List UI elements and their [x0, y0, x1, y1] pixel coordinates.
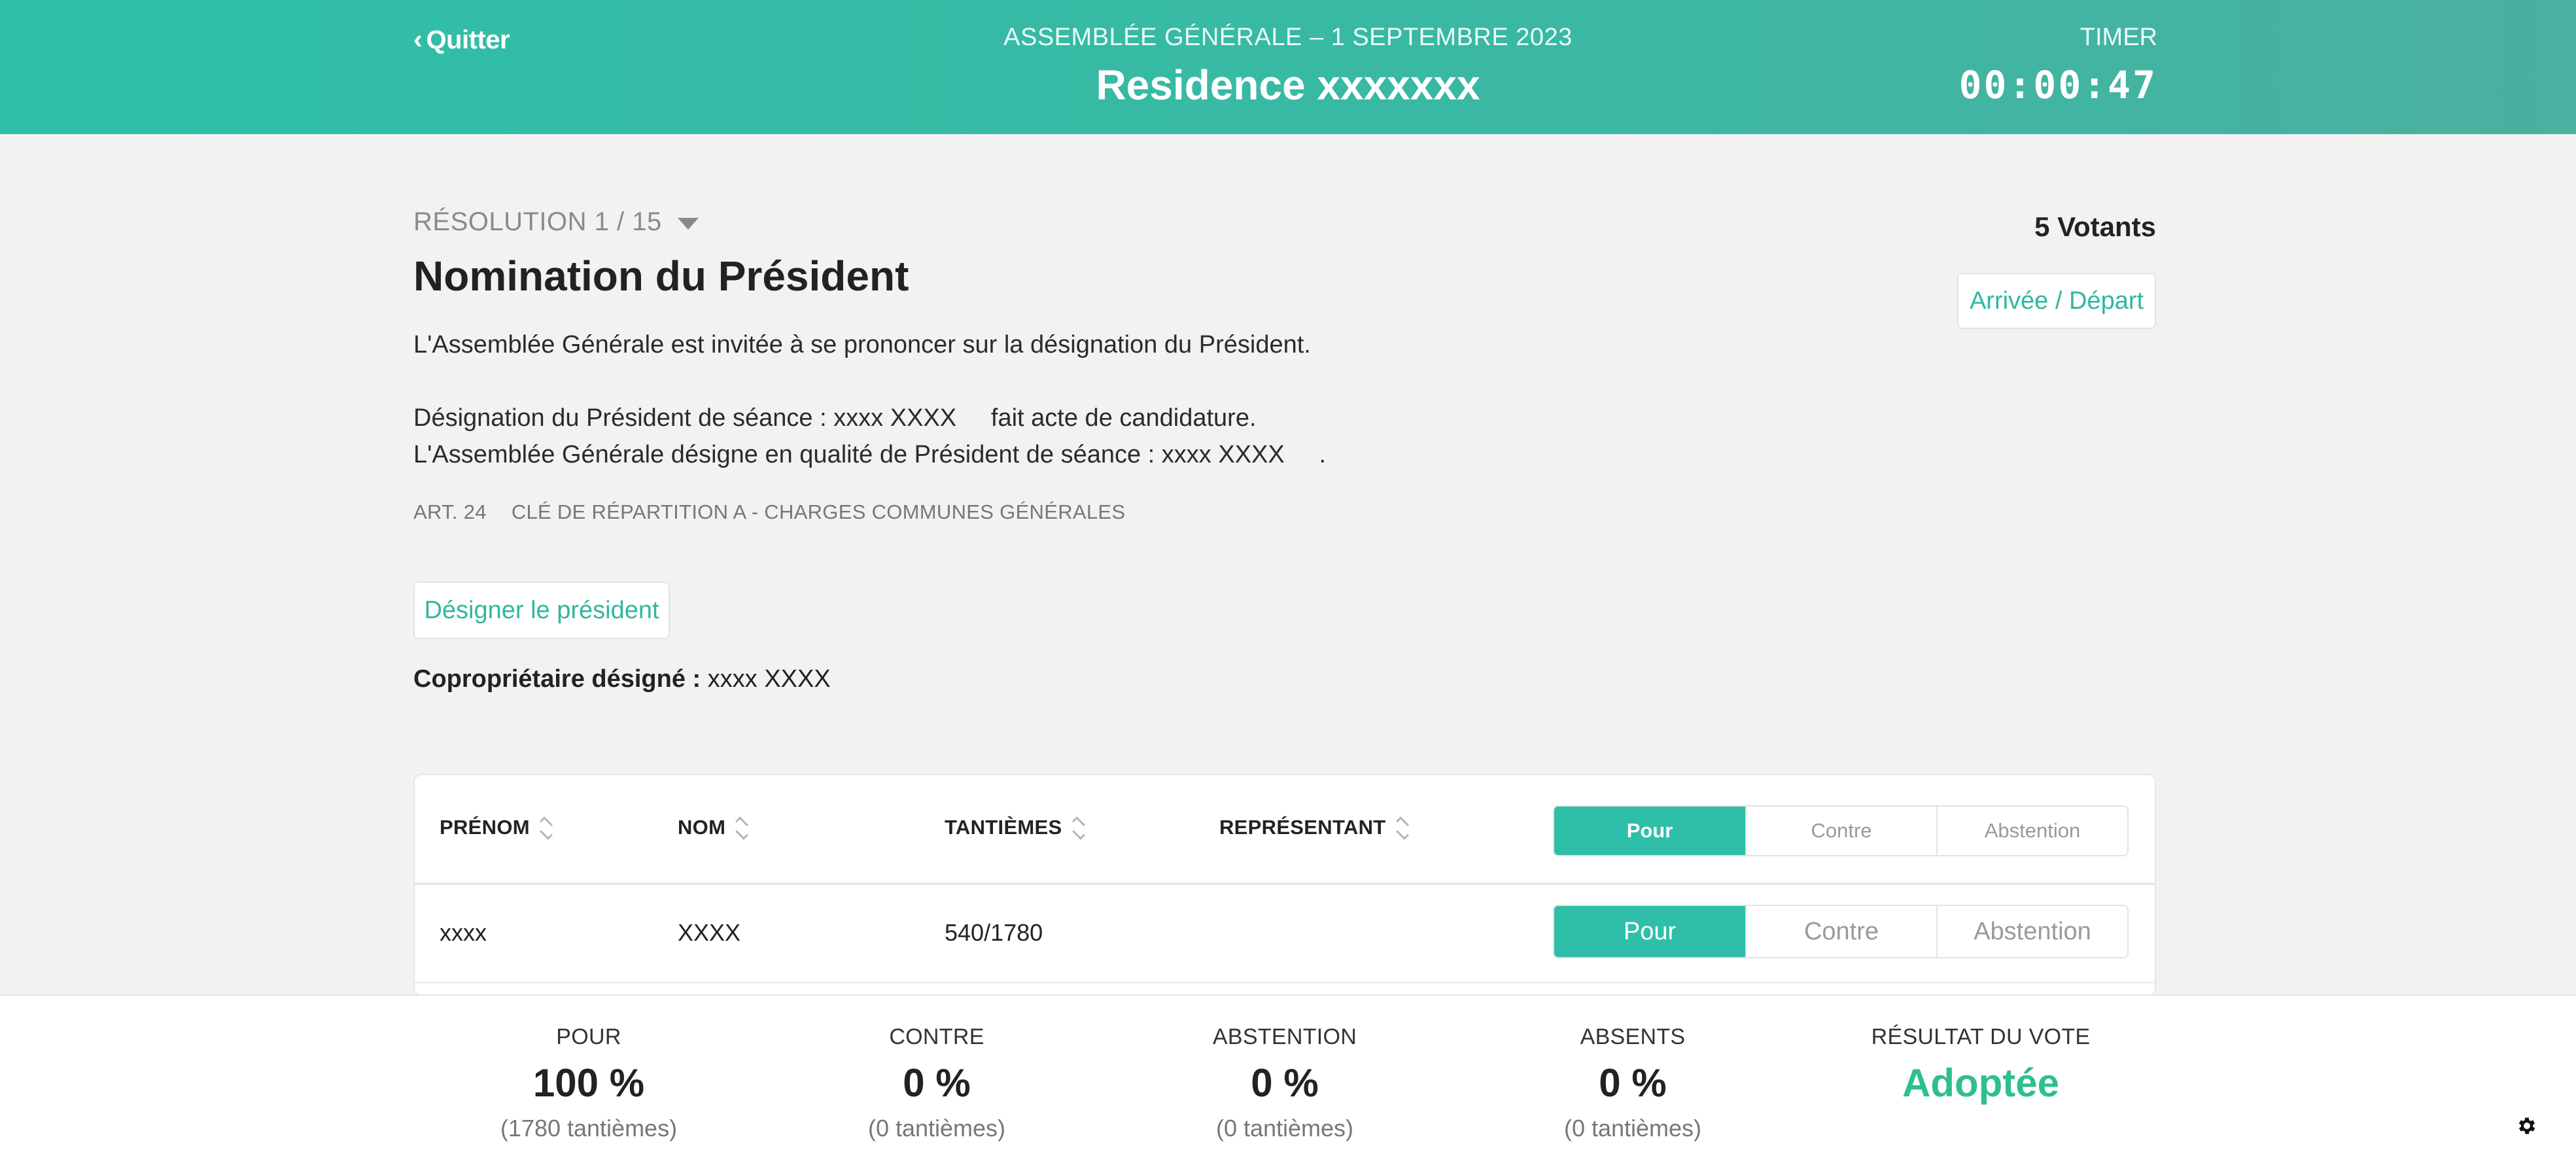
- column-representant[interactable]: REPRÉSENTANT: [1219, 816, 1409, 840]
- resolution-description: L'Assemblée Générale est invitée à se pr…: [413, 326, 1326, 473]
- column-label: PRÉNOM: [440, 816, 530, 839]
- stat-value: 0 %: [903, 1061, 971, 1105]
- resolution-selector[interactable]: RÉSOLUTION 1 / 15: [413, 207, 699, 237]
- column-label: NOM: [678, 816, 726, 839]
- stat-abstention: ABSTENTION 0 % (0 tantièmes): [1154, 1024, 1416, 1142]
- voters-table: PRÉNOM NOM TANTIÈMES REPRÉSENTANT Pour C…: [413, 774, 2156, 996]
- vote-summary-footer: POUR 100 % (1780 tantièmes) CONTRE 0 % (…: [0, 994, 2576, 1169]
- column-label: REPRÉSENTANT: [1219, 816, 1386, 839]
- resolution-counter: RÉSOLUTION 1 / 15: [413, 207, 662, 236]
- timer-value: 00:00:47: [1958, 63, 2157, 107]
- timer-label: TIMER: [2080, 24, 2157, 51]
- vote-abstention-button[interactable]: Abstention: [1936, 906, 2127, 957]
- designate-president-button[interactable]: Désigner le président: [413, 582, 670, 639]
- designated-owner: Copropriétaire désigné : xxxx XXXX: [413, 665, 831, 693]
- column-tantiemes[interactable]: TANTIÈMES: [945, 816, 1085, 840]
- designated-owner-value: xxxx XXXX: [707, 665, 831, 693]
- column-prenom[interactable]: PRÉNOM: [440, 816, 553, 840]
- stat-tantiemes: (0 tantièmes): [1563, 1115, 1702, 1142]
- stat-tantiemes: (1780 tantièmes): [500, 1115, 678, 1142]
- stat-value: 100 %: [532, 1061, 645, 1105]
- stat-label: CONTRE: [889, 1024, 984, 1049]
- repartition-key: CLÉ DE RÉPARTITION A - CHARGES COMMUNES …: [511, 500, 1126, 523]
- vote-contre-button[interactable]: Contre: [1745, 906, 1936, 957]
- sort-icon[interactable]: [735, 816, 749, 840]
- bulk-vote-contre-button[interactable]: Contre: [1745, 807, 1936, 855]
- table-header: PRÉNOM NOM TANTIÈMES REPRÉSENTANT Pour C…: [415, 775, 2155, 885]
- stat-label: ABSTENTION: [1212, 1024, 1357, 1049]
- stat-result: RÉSULTAT DU VOTE Adoptée: [1850, 1024, 2112, 1106]
- description-line: L'Assemblée Générale est invitée à se pr…: [413, 331, 1311, 358]
- chevron-down-icon: [677, 217, 699, 230]
- resolution-title: Nomination du Président: [413, 253, 909, 300]
- article-info: ART. 24 CLÉ DE RÉPARTITION A - CHARGES CO…: [413, 500, 1125, 524]
- column-label: TANTIÈMES: [945, 816, 1062, 839]
- vote-pour-button[interactable]: Pour: [1554, 906, 1745, 957]
- designated-owner-label: Copropriétaire désigné :: [413, 665, 701, 693]
- article-number: ART. 24: [413, 500, 487, 523]
- stat-pour: POUR 100 % (1780 tantièmes): [458, 1024, 720, 1142]
- stat-value: 0 %: [1251, 1061, 1319, 1105]
- description-line: Désignation du Président de séance : xxx…: [413, 404, 1257, 432]
- sort-icon[interactable]: [1395, 816, 1409, 840]
- row-vote-toggle[interactable]: Pour Contre Abstention: [1553, 905, 2129, 958]
- vote-result-value: Adoptée: [1902, 1061, 2059, 1105]
- arrival-departure-button[interactable]: Arrivée / Départ: [1957, 273, 2156, 329]
- stat-absents: ABSENTS 0 % (0 tantièmes): [1502, 1024, 1764, 1142]
- stat-tantiemes: (0 tantièmes): [1215, 1115, 1354, 1142]
- stat-tantiemes: (0 tantièmes): [867, 1115, 1006, 1142]
- stat-value: 0 %: [1599, 1061, 1667, 1105]
- stat-contre: CONTRE 0 % (0 tantièmes): [806, 1024, 1068, 1142]
- stat-label: RÉSULTAT DU VOTE: [1871, 1024, 2091, 1049]
- bulk-vote-pour-button[interactable]: Pour: [1554, 807, 1745, 855]
- cell-tantiemes: 540/1780: [945, 919, 1043, 946]
- header-center: ASSEMBLÉE GÉNÉRALE – 1 SEPTEMBRE 2023 Re…: [0, 24, 2576, 109]
- cell-prenom: xxxx: [440, 919, 487, 946]
- bulk-vote-toggle[interactable]: Pour Contre Abstention: [1553, 805, 2129, 856]
- table-row: xxxx XXXX 540/1780 Pour Contre Abstentio…: [415, 885, 2155, 983]
- app-header: ‹ Quitter ASSEMBLÉE GÉNÉRALE – 1 SEPTEMBR…: [0, 0, 2576, 134]
- cell-nom: XXXX: [678, 919, 741, 946]
- stat-label: ABSENTS: [1580, 1024, 1686, 1049]
- votants-count: 5 Votants: [2034, 211, 2156, 242]
- residence-title: Residence xxxxxxx: [1096, 61, 1480, 109]
- sort-icon[interactable]: [539, 816, 553, 840]
- description-line: L'Assemblée Générale désigne en qualité …: [413, 441, 1327, 468]
- assembly-subtitle: ASSEMBLÉE GÉNÉRALE – 1 SEPTEMBRE 2023: [1003, 24, 1573, 51]
- sort-icon[interactable]: [1071, 816, 1085, 840]
- column-nom[interactable]: NOM: [678, 816, 749, 840]
- gear-icon[interactable]: [2516, 1115, 2538, 1137]
- stat-label: POUR: [556, 1024, 621, 1049]
- bulk-vote-abstention-button[interactable]: Abstention: [1936, 807, 2127, 855]
